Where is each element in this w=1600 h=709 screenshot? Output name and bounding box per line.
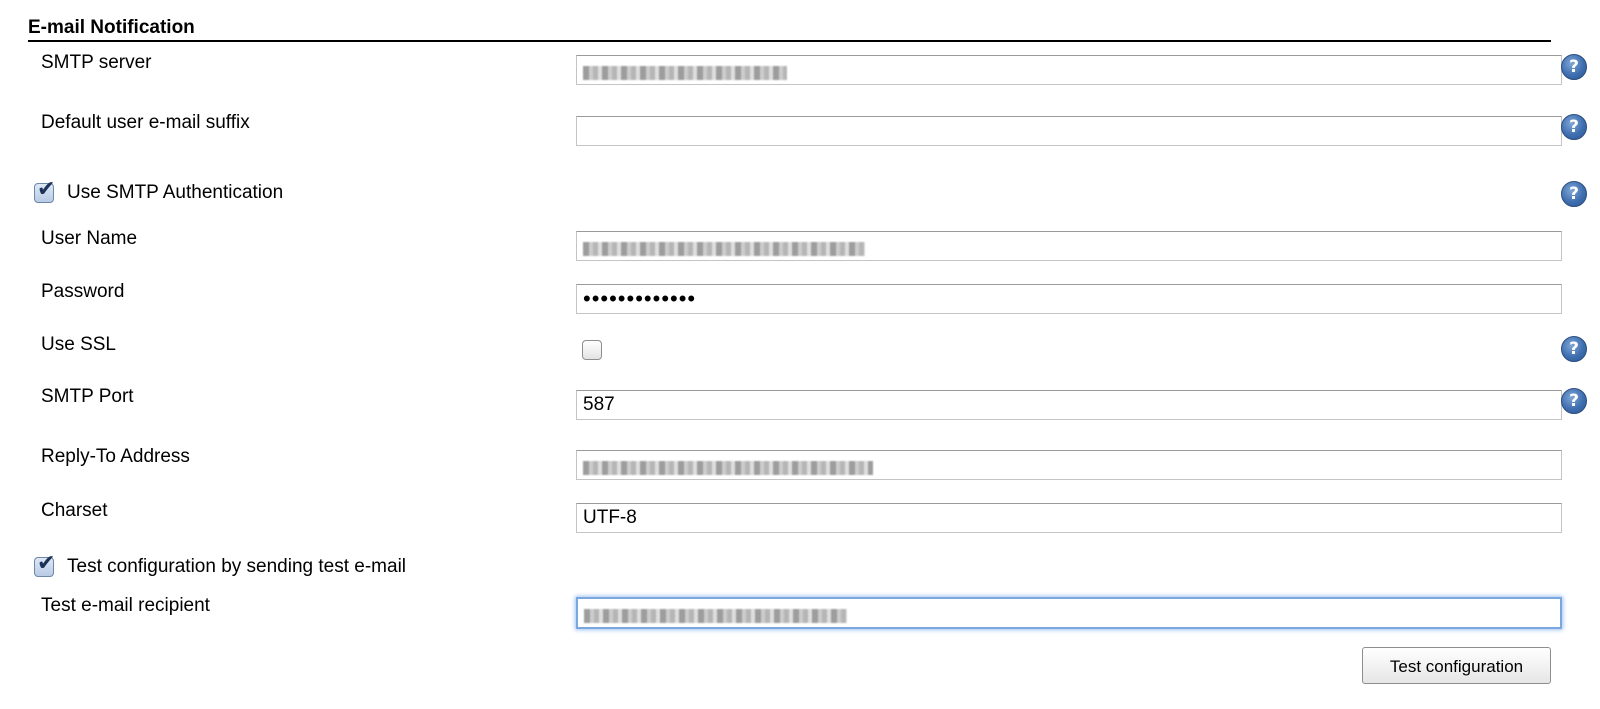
default-suffix-input[interactable] [576, 116, 1562, 146]
obscured-value [584, 609, 847, 624]
email-notification-panel: E-mail Notification SMTP server ? Defaul… [0, 0, 1600, 709]
use-ssl-label: Use SSL [41, 334, 116, 355]
test-recipient-label: Test e-mail recipient [41, 595, 210, 616]
checkmark-icon: ✔ [37, 177, 56, 202]
user-name-input[interactable] [576, 231, 1562, 261]
obscured-value [583, 242, 865, 257]
user-name-label: User Name [41, 228, 138, 249]
obscured-value [583, 66, 787, 81]
test-config-label: Test configuration by sending test e-mai… [67, 556, 407, 577]
smtp-server-input[interactable] [576, 55, 1562, 85]
section-title: E-mail Notification [28, 16, 1551, 42]
smtp-server-label: SMTP server [41, 52, 152, 73]
reply-to-input[interactable] [576, 450, 1562, 480]
help-icon[interactable]: ? [1561, 54, 1587, 80]
charset-label: Charset [41, 500, 108, 521]
help-icon[interactable]: ? [1561, 114, 1587, 140]
test-recipient-input[interactable] [576, 597, 1562, 629]
help-icon[interactable]: ? [1561, 336, 1587, 362]
password-input[interactable]: ••••••••••••• [576, 284, 1562, 314]
smtp-port-input[interactable] [576, 390, 1562, 420]
test-config-checkbox[interactable]: ✔ [34, 552, 55, 577]
use-ssl-checkbox[interactable] [582, 340, 602, 360]
help-icon[interactable]: ? [1561, 181, 1587, 207]
password-label: Password [41, 281, 125, 302]
reply-to-label: Reply-To Address [41, 446, 190, 467]
default-suffix-label: Default user e-mail suffix [41, 112, 250, 133]
obscured-value [583, 461, 873, 476]
use-smtp-auth-label: Use SMTP Authentication [67, 182, 284, 203]
use-smtp-auth-checkbox[interactable]: ✔ [34, 178, 55, 203]
checkmark-icon: ✔ [37, 551, 56, 576]
charset-input[interactable] [576, 503, 1562, 533]
test-configuration-button[interactable]: Test configuration [1362, 647, 1551, 684]
smtp-port-label: SMTP Port [41, 386, 134, 407]
help-icon[interactable]: ? [1561, 388, 1587, 414]
